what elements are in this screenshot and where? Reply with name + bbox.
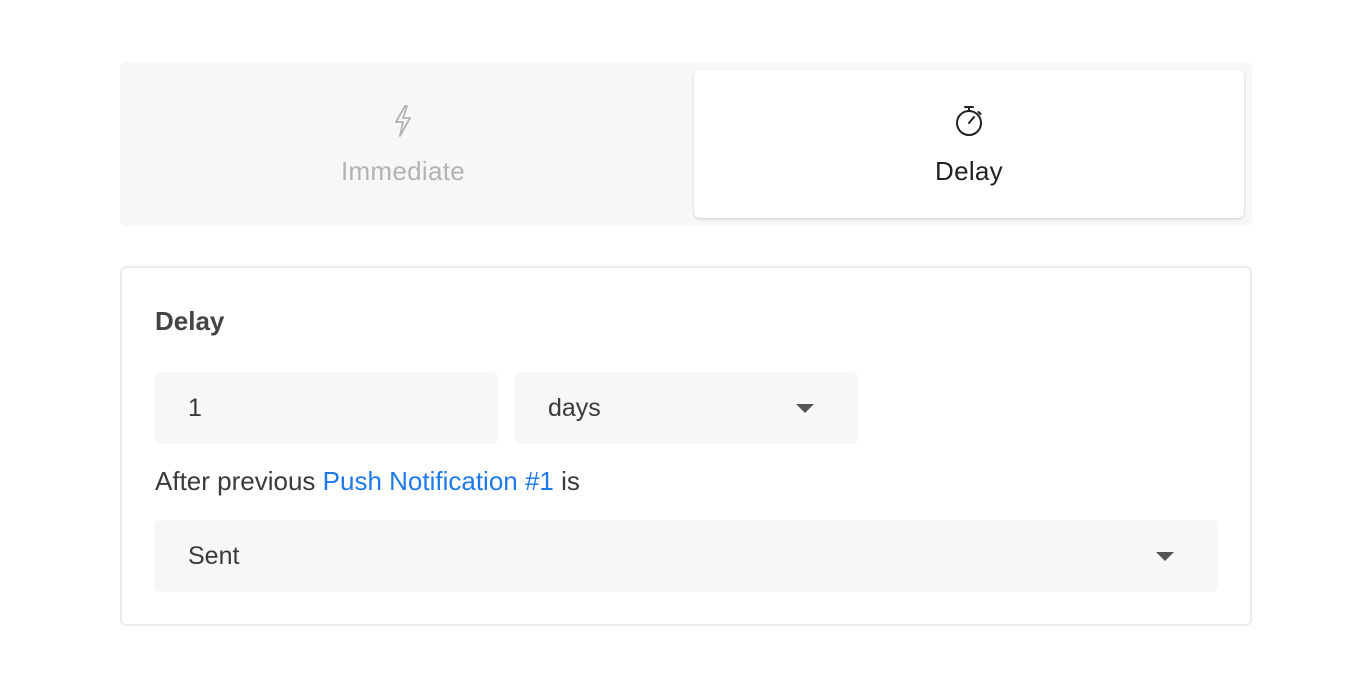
delay-title: Delay: [155, 306, 225, 336]
stopwatch-icon: [952, 104, 986, 138]
trigger-type-tabs: Immediate Delay: [120, 62, 1252, 226]
status-select[interactable]: Sent: [154, 520, 1218, 592]
delay-unit-value: days: [548, 393, 601, 422]
status-value: Sent: [188, 541, 240, 570]
tab-delay-label: Delay: [935, 156, 1003, 186]
sentence-prefix: After previous: [155, 466, 316, 496]
tab-immediate-label: Immediate: [340, 156, 466, 186]
tab-delay[interactable]: Delay: [694, 70, 1244, 218]
delay-unit-select[interactable]: days: [514, 372, 858, 444]
tab-immediate[interactable]: Immediate: [128, 70, 678, 218]
delay-settings-card: Delay days After previous Push Notificat…: [120, 266, 1252, 626]
chevron-down-icon: [1156, 552, 1174, 561]
lightning-icon: [386, 104, 420, 138]
delay-amount-input[interactable]: [154, 372, 498, 444]
sentence-suffix: is: [561, 466, 580, 496]
previous-step-link[interactable]: Push Notification #1: [323, 466, 554, 496]
delay-condition-sentence: After previous Push Notification #1 is: [155, 466, 580, 497]
chevron-down-icon: [796, 404, 814, 413]
